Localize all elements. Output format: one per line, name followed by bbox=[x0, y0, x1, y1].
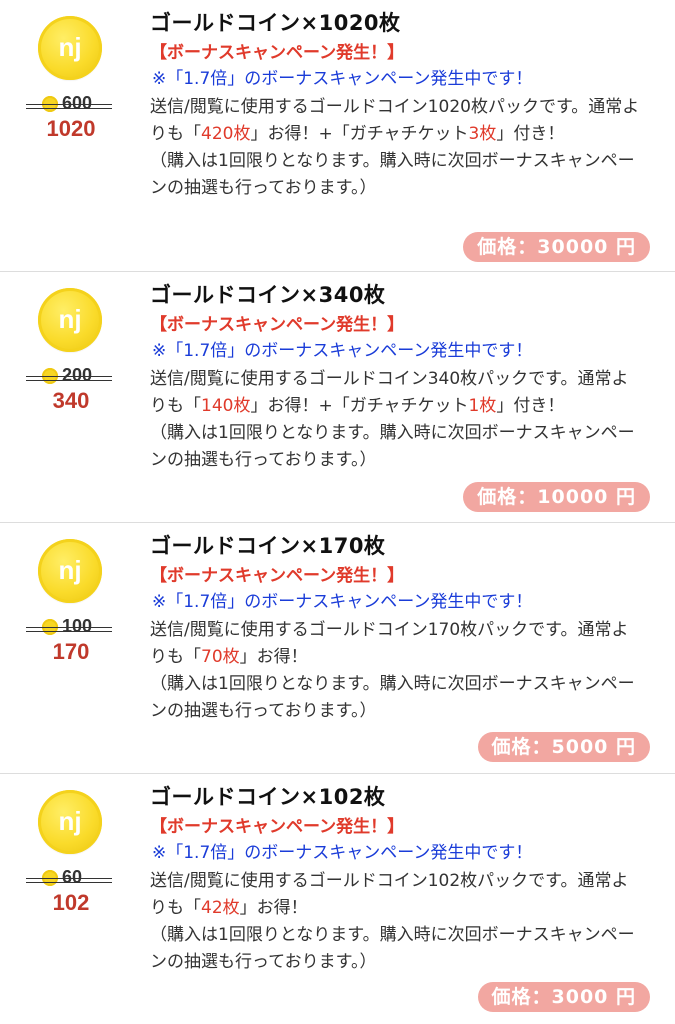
svg-text:nj: nj bbox=[58, 304, 81, 334]
new-coin-value: 1020 bbox=[46, 116, 96, 141]
coin-pack-item[interactable]: nj 600 1020 ゴールドコイン×1020枚 【ボーナスキャンペーン発生！… bbox=[0, 0, 675, 272]
pack-description: 送信/閲覧に使用するゴールドコイン170枚パックです。通常よりも「70枚」お得！ bbox=[150, 620, 629, 667]
strikethrough-line bbox=[26, 627, 112, 628]
bonus-note: ※「1.7倍」のボーナスキャンペーン発生中です！ bbox=[152, 592, 533, 612]
price-button[interactable]: 価格：30000 円 bbox=[463, 232, 650, 262]
save-count: 70枚 bbox=[201, 647, 240, 667]
gold-coin-icon: nj bbox=[38, 790, 102, 854]
strikethrough-line bbox=[26, 104, 112, 105]
pack-title: ゴールドコイン×340枚 bbox=[150, 283, 386, 307]
gold-coin-icon: nj bbox=[38, 16, 102, 80]
ticket-count: 3枚 bbox=[468, 124, 497, 144]
strikethrough-line bbox=[26, 380, 112, 381]
coin-pack-item[interactable]: nj 60 102 ゴールドコイン×102枚 【ボーナスキャンペーン発生！】 ※… bbox=[0, 774, 675, 1024]
pack-title: ゴールドコイン×170枚 bbox=[150, 534, 386, 558]
coin-pack-list: nj 600 1020 ゴールドコイン×1020枚 【ボーナスキャンペーン発生！… bbox=[0, 0, 675, 1024]
save-count: 420枚 bbox=[201, 124, 251, 144]
purchase-note: （購入は1回限りとなります。購入時に次回ボーナスキャンペーンの抽選も行っておりま… bbox=[150, 925, 635, 972]
strikethrough-line bbox=[26, 376, 112, 377]
bonus-note: ※「1.7倍」のボーナスキャンペーン発生中です！ bbox=[152, 843, 533, 863]
coin-pack-item[interactable]: nj 200 340 ゴールドコイン×340枚 【ボーナスキャンペーン発生！】 … bbox=[0, 272, 675, 523]
save-count: 42枚 bbox=[201, 898, 240, 918]
price-button[interactable]: 価格：5000 円 bbox=[477, 732, 650, 762]
svg-text:nj: nj bbox=[58, 32, 81, 62]
pack-title: ゴールドコイン×102枚 bbox=[150, 785, 386, 809]
new-coin-value: 102 bbox=[52, 890, 90, 915]
bonus-label: 【ボーナスキャンペーン発生！】 bbox=[150, 817, 405, 837]
svg-text:nj: nj bbox=[58, 806, 81, 836]
bonus-note: ※「1.7倍」のボーナスキャンペーン発生中です！ bbox=[152, 69, 533, 89]
strikethrough-line bbox=[26, 631, 112, 632]
pack-description: 送信/閲覧に使用するゴールドコイン102枚パックです。通常よりも「42枚」お得！ bbox=[150, 871, 629, 918]
pack-title: ゴールドコイン×1020枚 bbox=[150, 11, 401, 35]
pack-description: 送信/閲覧に使用するゴールドコイン1020枚パックです。通常よりも「420枚」お… bbox=[150, 97, 640, 144]
pack-details: ゴールドコイン×170枚 【ボーナスキャンペーン発生！】 ※「1.7倍」のボーナ… bbox=[150, 531, 650, 725]
strikethrough-line bbox=[26, 878, 112, 879]
save-count: 140枚 bbox=[201, 396, 251, 416]
price-button[interactable]: 価格：3000 円 bbox=[477, 982, 650, 1012]
new-coin-value: 170 bbox=[52, 639, 90, 664]
purchase-note: （購入は1回限りとなります。購入時に次回ボーナスキャンペーンの抽選も行っておりま… bbox=[150, 423, 635, 470]
gold-coin-icon: nj bbox=[38, 539, 102, 603]
svg-text:nj: nj bbox=[58, 555, 81, 585]
gold-coin-icon: nj bbox=[38, 288, 102, 352]
coin-pack-item[interactable]: nj 100 170 ゴールドコイン×170枚 【ボーナスキャンペーン発生！】 … bbox=[0, 523, 675, 774]
strikethrough-line bbox=[26, 108, 112, 109]
pack-details: ゴールドコイン×102枚 【ボーナスキャンペーン発生！】 ※「1.7倍」のボーナ… bbox=[150, 782, 650, 976]
bonus-note: ※「1.7倍」のボーナスキャンペーン発生中です！ bbox=[152, 341, 533, 361]
pack-details: ゴールドコイン×340枚 【ボーナスキャンペーン発生！】 ※「1.7倍」のボーナ… bbox=[150, 280, 650, 474]
purchase-note: （購入は1回限りとなります。購入時に次回ボーナスキャンペーンの抽選も行っておりま… bbox=[150, 674, 635, 721]
bonus-label: 【ボーナスキャンペーン発生！】 bbox=[150, 315, 405, 335]
old-coin-count: 60 bbox=[22, 866, 120, 890]
bonus-label: 【ボーナスキャンペーン発生！】 bbox=[150, 566, 405, 586]
pack-details: ゴールドコイン×1020枚 【ボーナスキャンペーン発生！】 ※「1.7倍」のボー… bbox=[150, 8, 650, 202]
pack-description: 送信/閲覧に使用するゴールドコイン340枚パックです。通常よりも「140枚」お得… bbox=[150, 369, 629, 416]
new-coin-value: 340 bbox=[52, 388, 90, 413]
bonus-label: 【ボーナスキャンペーン発生！】 bbox=[150, 43, 405, 63]
price-button[interactable]: 価格：10000 円 bbox=[463, 482, 650, 512]
purchase-note: （購入は1回限りとなります。購入時に次回ボーナスキャンペーンの抽選も行っておりま… bbox=[150, 151, 635, 198]
old-coin-count: 200 bbox=[22, 364, 120, 388]
old-coin-count: 100 bbox=[22, 615, 120, 639]
strikethrough-line bbox=[26, 882, 112, 883]
ticket-count: 1枚 bbox=[468, 396, 497, 416]
old-coin-count: 600 bbox=[22, 92, 120, 116]
